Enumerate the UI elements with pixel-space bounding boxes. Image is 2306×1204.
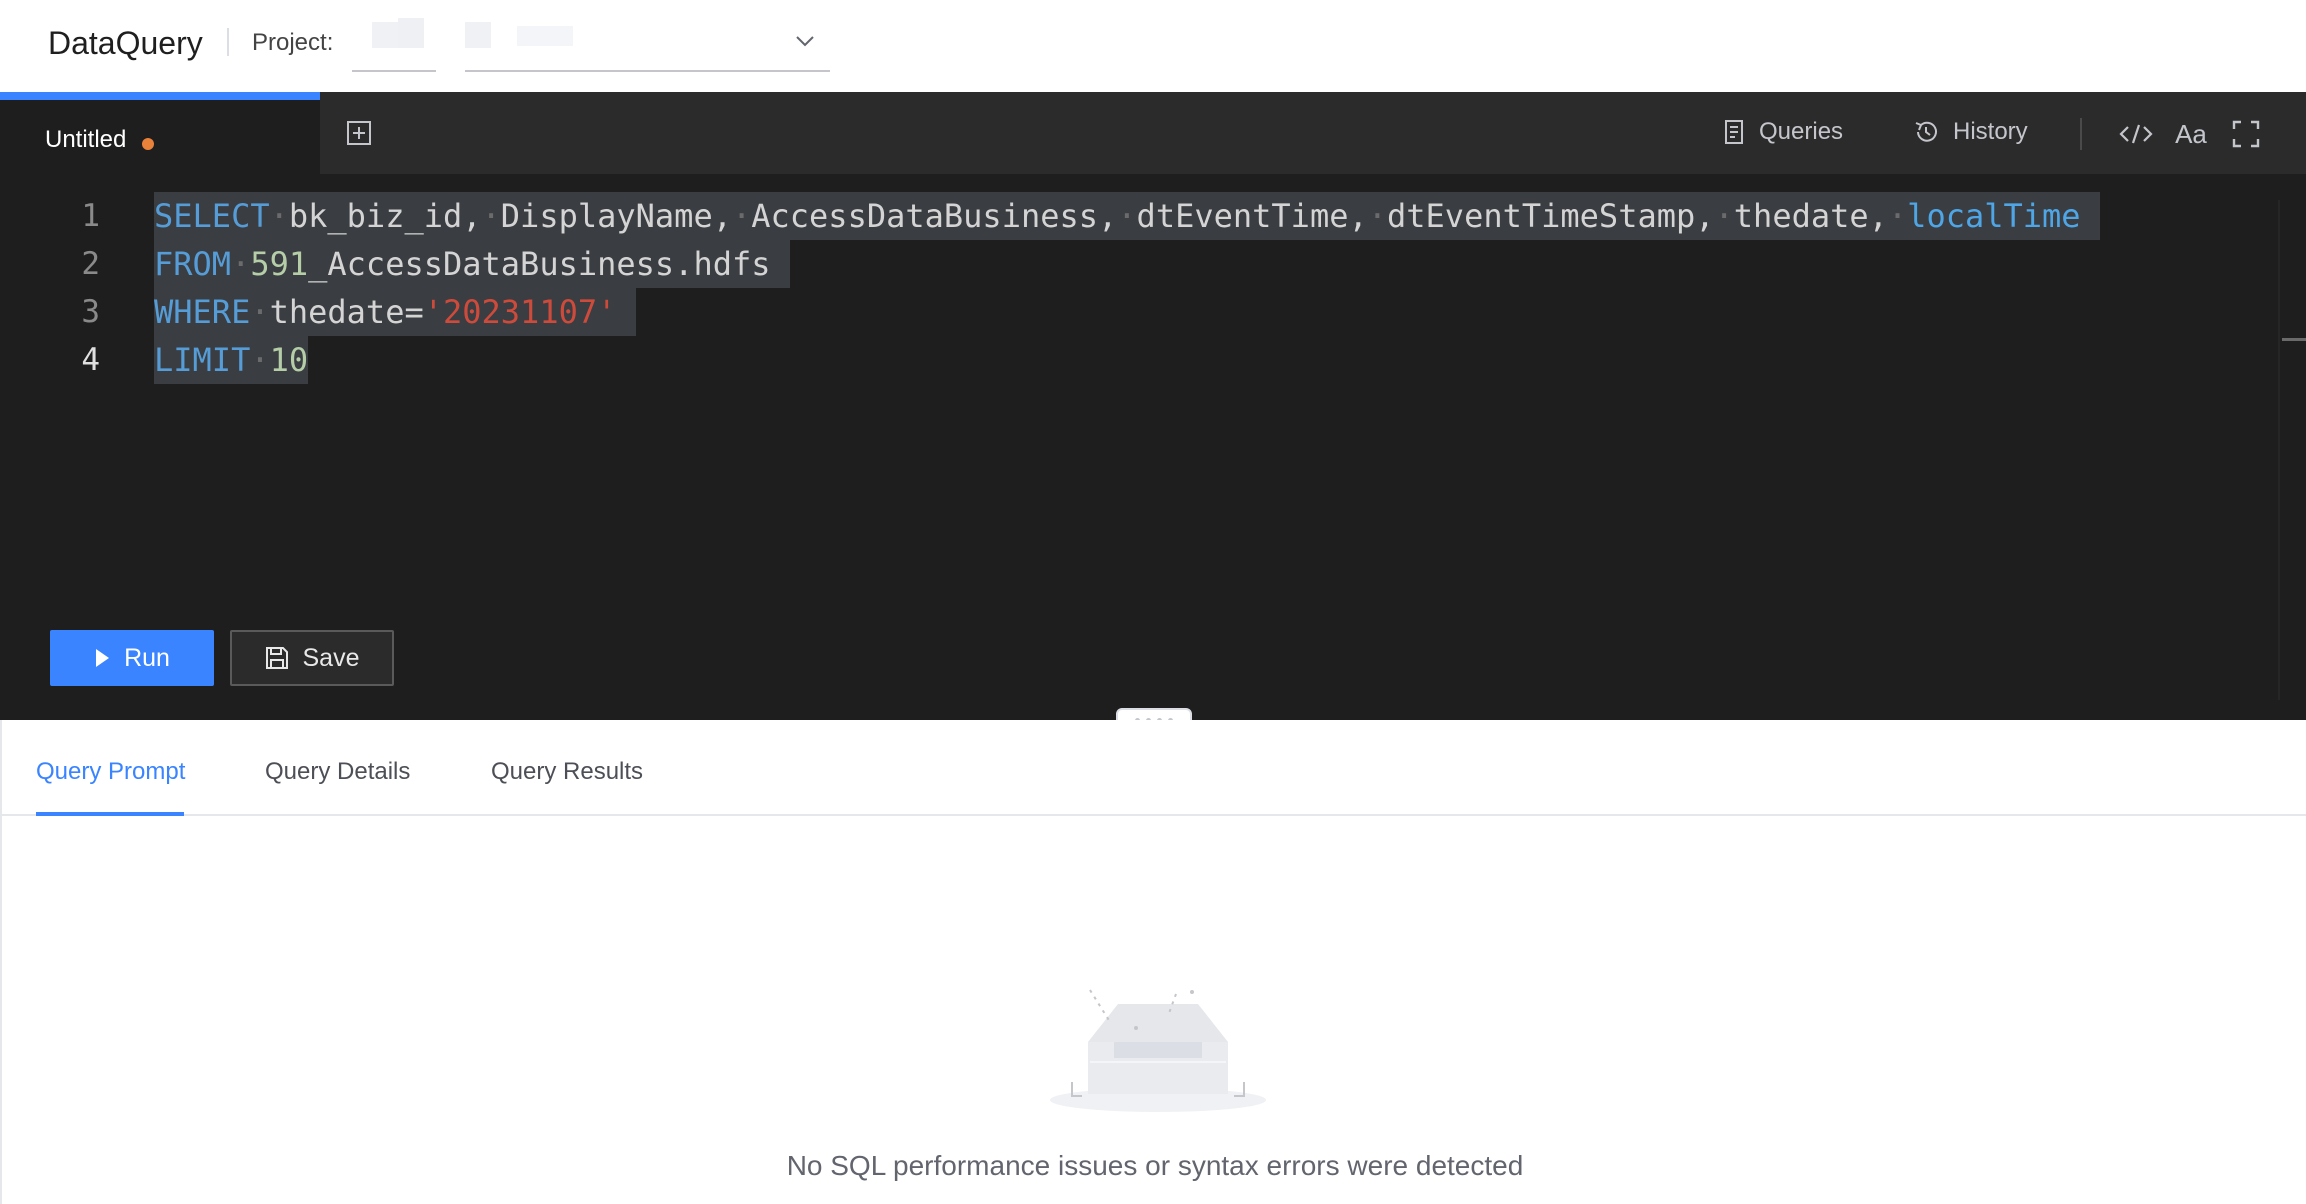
sql-column: thedate, (1733, 197, 1888, 235)
code-line-4: LIMIT·10 (154, 336, 2100, 384)
sql-column: dtEventTime, (1136, 197, 1368, 235)
sql-number: 10 (269, 341, 309, 379)
redacted-text (517, 26, 573, 46)
fullscreen-icon[interactable] (2228, 116, 2264, 152)
toolbar-divider (2080, 118, 2082, 150)
sql-string: '20231107' (423, 293, 617, 331)
sql-editor-area: Untitled Queries History Aa 1 2 3 4 SELE… (0, 92, 2306, 732)
code-line-3: WHERE·thedate='20231107' (154, 288, 2100, 336)
run-button[interactable]: Run (50, 630, 214, 686)
line-number: 1 (81, 198, 100, 234)
save-button[interactable]: Save (230, 630, 394, 686)
header-divider (227, 28, 229, 56)
tab-query-results[interactable]: Query Results (491, 756, 643, 788)
active-tab-underline (36, 812, 184, 816)
play-icon (96, 649, 110, 667)
redacted-text (398, 18, 424, 48)
queries-label: Queries (1759, 118, 1844, 145)
tab-label: Untitled (45, 126, 127, 153)
query-info-panel: Query Prompt Query Details Query Results… (0, 720, 2306, 1204)
sql-column: localTime (1907, 197, 2081, 235)
save-icon (265, 647, 288, 669)
run-label: Run (124, 643, 170, 672)
sql-column: bk_biz_id, (288, 197, 482, 235)
panel-tabs: Query Prompt Query Details Query Results (2, 720, 2306, 816)
unsaved-indicator (142, 138, 154, 150)
project-label: Project: (252, 29, 334, 56)
sql-keyword: LIMIT (154, 341, 251, 379)
history-icon (1915, 121, 1937, 142)
line-number: 2 (81, 246, 100, 282)
history-label: History (1953, 118, 2028, 145)
add-tab-icon[interactable] (346, 120, 372, 146)
empty-box-icon (1050, 989, 1266, 1112)
line-number: 3 (81, 294, 100, 330)
document-icon (1725, 120, 1743, 144)
code-line-1: SELECT·bk_biz_id,·DisplayName,·AccessDat… (154, 192, 2100, 240)
redacted-text (372, 22, 400, 48)
code-editor[interactable]: SELECT·bk_biz_id,·DisplayName,·AccessDat… (154, 192, 2100, 384)
redacted-text (465, 22, 491, 48)
editor-scrollbar[interactable] (2278, 200, 2306, 700)
tab-query-details[interactable]: Query Details (265, 756, 410, 788)
sql-keyword: WHERE (154, 293, 251, 331)
editor-tab-bar: Untitled Queries History Aa (0, 92, 2306, 174)
project-selector-prefix[interactable] (352, 16, 436, 72)
code-line-2: FROM·591_AccessDataBusiness.hdfs (154, 240, 2100, 288)
queries-button[interactable]: Queries (1723, 114, 1843, 150)
sql-column: dtEventTimeStamp, (1387, 197, 1715, 235)
empty-state-message: No SQL performance issues or syntax erro… (786, 1150, 1524, 1181)
top-header: DataQuery Project: (0, 0, 2306, 92)
project-select-dropdown[interactable] (465, 16, 830, 72)
app-title: DataQuery (48, 25, 203, 61)
history-button[interactable]: History (1913, 114, 2028, 150)
font-size-icon[interactable]: Aa (2173, 116, 2209, 152)
sql-keyword: FROM (154, 245, 232, 283)
chevron-down-icon (796, 36, 814, 47)
line-number-gutter: 1 2 3 4 (0, 192, 110, 384)
save-label: Save (302, 643, 360, 672)
line-number: 4 (81, 342, 100, 378)
scrollbar-marker (2282, 338, 2306, 341)
format-code-icon[interactable] (2118, 116, 2154, 152)
editor-tab-untitled[interactable]: Untitled (0, 92, 320, 174)
sql-column: thedate= (269, 293, 424, 331)
tab-query-prompt[interactable]: Query Prompt (36, 756, 185, 788)
sql-table: _AccessDataBusiness.hdfs (308, 245, 771, 283)
sql-column: AccessDataBusiness, (751, 197, 1118, 235)
sql-column: DisplayName, (500, 197, 732, 235)
sql-number: 591 (250, 245, 309, 283)
sql-keyword: SELECT (154, 197, 270, 235)
